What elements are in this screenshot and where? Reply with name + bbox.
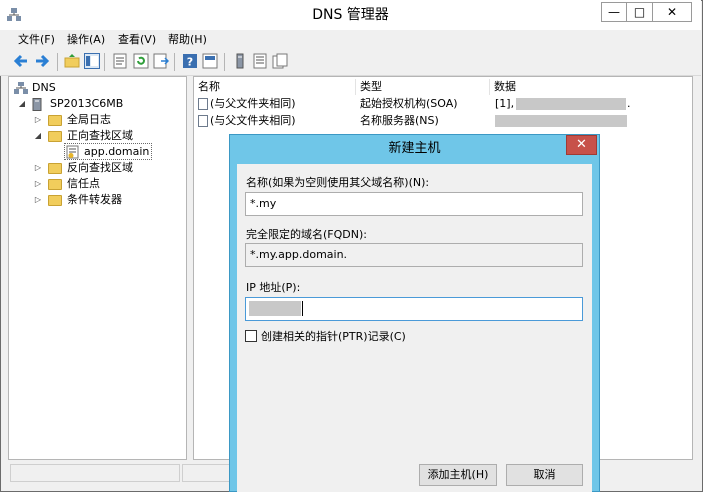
toolbar [0, 49, 701, 76]
tree-label: 全局日志 [67, 113, 111, 126]
menu-view[interactable]: 查看(V) [118, 31, 156, 48]
cell-type: 起始授权机构(SOA) [360, 97, 458, 110]
expand-arrow-icon[interactable]: ▷ [34, 192, 42, 208]
name-input[interactable]: *.my [245, 192, 583, 216]
properties-icon[interactable] [112, 53, 128, 69]
menu-bar [0, 30, 701, 49]
collapse-arrow-icon[interactable]: ◢ [34, 128, 42, 144]
help-icon[interactable]: ? [182, 53, 198, 69]
cell-data-suffix: . [627, 97, 631, 110]
redacted-ip [249, 301, 301, 316]
ip-address-label: IP 地址(P): [246, 281, 301, 294]
folder-icon [48, 179, 62, 190]
expand-arrow-icon[interactable]: ▷ [34, 176, 42, 192]
window-title: DNS 管理器 [312, 7, 389, 23]
back-arrow-icon[interactable] [13, 53, 29, 69]
record-icon [198, 115, 208, 127]
redacted-value [495, 115, 627, 127]
record-icon[interactable] [272, 53, 288, 69]
server-icon[interactable] [232, 53, 248, 69]
menu-file[interactable]: 文件(F) [18, 31, 55, 48]
menu-action[interactable]: 操作(A) [67, 31, 105, 48]
fqdn-label: 完全限定的域名(FQDN): [246, 228, 367, 241]
show-tree-icon[interactable] [84, 53, 100, 69]
ptr-checkbox-label[interactable]: 创建相关的指针(PTR)记录(C) [261, 330, 406, 344]
expand-arrow-icon[interactable]: ▷ [34, 112, 42, 128]
cell-name: (与父文件夹相同) [210, 114, 296, 127]
column-header-data[interactable]: 数据 [490, 79, 690, 95]
record-icon [198, 98, 208, 110]
tree-item-global-logs[interactable]: ▷ 全局日志 [34, 112, 174, 128]
maximize-button[interactable]: □ [626, 2, 653, 22]
tree-label: 反向查找区域 [67, 161, 133, 174]
refresh-icon[interactable] [133, 53, 149, 69]
dialog-title: 新建主机 [388, 141, 441, 156]
console-icon[interactable] [202, 53, 218, 69]
folder-open-icon [48, 131, 62, 142]
toolbar-separator [57, 53, 58, 71]
fqdn-field: *.my.app.domain. [245, 243, 583, 267]
status-cell [182, 464, 230, 482]
toolbar-separator [174, 53, 175, 71]
expand-arrow-icon[interactable]: ▷ [34, 160, 42, 176]
dialog-close-button[interactable]: ✕ [566, 135, 597, 155]
cell-name: (与父文件夹相同) [210, 97, 296, 110]
export-list-icon[interactable] [153, 53, 169, 69]
zone-icon[interactable] [252, 53, 268, 69]
status-cell [10, 464, 180, 482]
tree-label: app.domain [84, 145, 150, 158]
tree-item-conditional-forwarders[interactable]: ▷ 条件转发器 [34, 192, 174, 208]
add-host-button[interactable]: 添加主机(H) [419, 464, 497, 486]
cell-data: [1], [495, 97, 515, 110]
dns-icon [14, 82, 28, 94]
name-label: 名称(如果为空则使用其父域名称)(N): [246, 176, 430, 189]
server-icon [32, 98, 42, 111]
table-row[interactable]: (与父文件夹相同) 起始授权机构(SOA) [1], . [194, 96, 690, 112]
up-folder-icon[interactable] [64, 53, 80, 69]
zone-icon [66, 145, 79, 159]
menu-help[interactable]: 帮助(H) [168, 31, 207, 48]
folder-icon [48, 115, 62, 126]
tree-item-reverse-lookup-zones[interactable]: ▷ 反向查找区域 [34, 160, 174, 176]
folder-icon [48, 163, 62, 174]
tree-label-server: SP2013C6MB [50, 97, 124, 110]
tree-item-trust-points[interactable]: ▷ 信任点 [34, 176, 174, 192]
toolbar-separator [224, 53, 225, 71]
svg-text:?: ? [187, 56, 193, 69]
folder-icon [48, 195, 62, 206]
toolbar-separator [104, 53, 105, 71]
close-button[interactable]: ✕ [652, 2, 692, 22]
collapse-arrow-icon[interactable]: ◢ [18, 96, 26, 112]
tree-label: 信任点 [67, 177, 100, 190]
tree-label-dns: DNS [32, 81, 56, 94]
table-row[interactable]: (与父文件夹相同) 名称服务器(NS) [194, 113, 690, 129]
tree-label: 条件转发器 [67, 193, 122, 206]
cell-type: 名称服务器(NS) [360, 114, 439, 127]
cancel-button[interactable]: 取消 [506, 464, 583, 486]
forward-arrow-icon[interactable] [34, 53, 50, 69]
text-cursor [302, 301, 303, 316]
tree-item-forward-lookup-zones[interactable]: ◢ 正向查找区域 [34, 128, 174, 144]
tree-label: 正向查找区域 [67, 129, 133, 142]
tree-item-app-domain[interactable]: app.domain [64, 143, 152, 160]
minimize-button[interactable]: — [601, 2, 627, 22]
ptr-checkbox[interactable] [245, 330, 257, 342]
column-header-name[interactable]: 名称 [194, 79, 356, 95]
redacted-value [516, 98, 626, 110]
column-header-type[interactable]: 类型 [356, 79, 490, 95]
